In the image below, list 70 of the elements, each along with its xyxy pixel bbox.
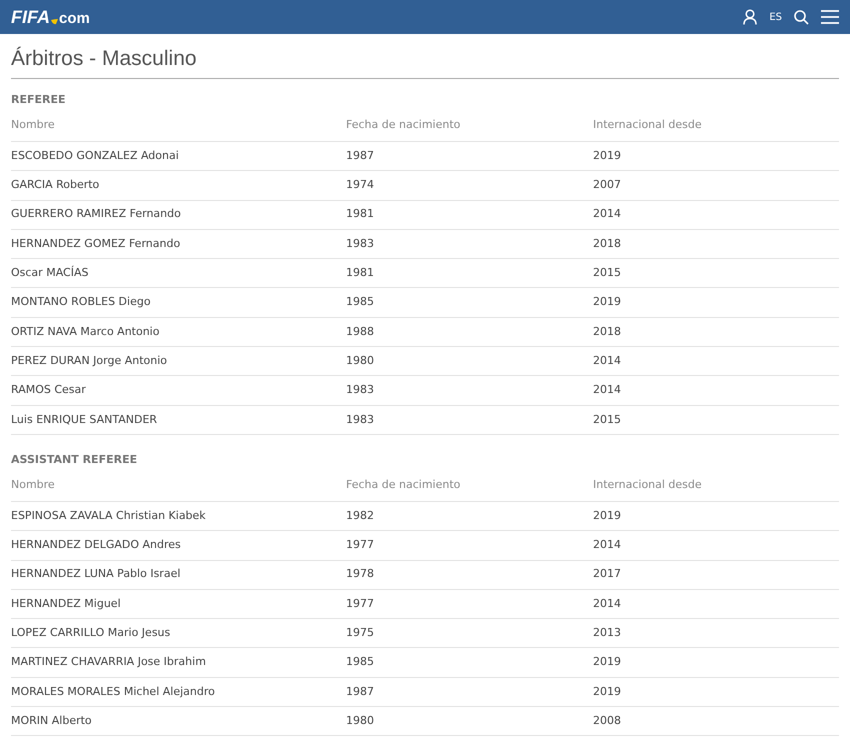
table-cell-text: 1978 xyxy=(346,566,375,582)
table-cell-text: 2014 xyxy=(593,537,621,554)
table-cell-text: MONTANO ROBLES Diego xyxy=(11,294,152,310)
table-cell-text: 1977 xyxy=(346,596,375,612)
table-cell-text: 1980 xyxy=(346,712,375,729)
user-icon[interactable] xyxy=(743,9,758,25)
table-cell-text: 1983 xyxy=(346,236,375,252)
table-cell-text: 1977 xyxy=(346,537,375,554)
section-heading: ASSISTANT REFEREE xyxy=(11,452,138,468)
column-header: Nombre xyxy=(11,117,56,134)
logo-text: FIFA xyxy=(11,8,50,26)
column-header: Internacional desde xyxy=(593,477,702,494)
table-cell-text: GUERRERO RAMIREZ Fernando xyxy=(11,206,182,222)
table-cell-text: 2015 xyxy=(593,265,621,282)
table-cell-text: 2018 xyxy=(593,236,621,252)
table-cell-text: 2019 xyxy=(593,654,621,670)
table-cell-text: RAMOS Cesar xyxy=(11,382,87,398)
table-cell-text: MARTINEZ CHAVARRIA Jose Ibrahim xyxy=(11,654,207,670)
search-icon[interactable] xyxy=(794,10,809,24)
table-cell-text: 1983 xyxy=(346,382,375,398)
table-cell-text: 1985 xyxy=(346,294,375,310)
table-cell-text: 1975 xyxy=(346,625,375,642)
table-cell-text: 1985 xyxy=(346,654,375,670)
table-cell-text: 2014 xyxy=(593,206,621,222)
table-cell-text: 1981 xyxy=(346,265,375,282)
column-header: Nombre xyxy=(11,477,56,494)
table-cell-text: 2007 xyxy=(593,177,621,194)
menu-icon[interactable] xyxy=(821,10,839,24)
table-cell-text: 2014 xyxy=(593,352,621,369)
table-cell-text: 2019 xyxy=(593,508,621,524)
language-button[interactable]: ES xyxy=(769,10,782,24)
table-cell-text: ESCOBEDO GONZALEZ Adonai xyxy=(11,148,180,164)
table-cell-text: GARCIA Roberto xyxy=(11,177,100,194)
table-cell-text: 1988 xyxy=(346,324,375,340)
table-cell-text: 1974 xyxy=(346,177,375,194)
table-cell-text: HERNANDEZ DELGADO Andres xyxy=(11,537,182,554)
table-cell-text: MORALES MORALES Michel Alejandro xyxy=(11,684,216,700)
table-cell-text: 2019 xyxy=(593,148,621,164)
table-cell-text: 1983 xyxy=(346,412,375,428)
section-heading: REFEREE xyxy=(11,92,67,108)
table-cell-text: 1982 xyxy=(346,508,375,524)
table-cell-text: 2013 xyxy=(593,625,621,642)
table-cell-text: 1981 xyxy=(346,206,375,222)
logo-suffix: com xyxy=(59,11,90,26)
table-cell-text: HERNANDEZ GOMEZ Fernando xyxy=(11,236,182,252)
table-cell-text: Oscar MACÍAS xyxy=(11,265,90,282)
table-cell-text: 2019 xyxy=(593,294,621,310)
column-header: Fecha de nacimiento xyxy=(346,117,462,134)
table-cell-text: ORTIZ NAVA Marco Antonio xyxy=(11,324,160,340)
table-cell-text: 2014 xyxy=(593,596,621,612)
logo-mark-icon xyxy=(51,19,58,25)
table-cell-text: 2015 xyxy=(593,412,621,428)
table-cell-text: PEREZ DURAN Jorge Antonio xyxy=(11,352,168,369)
table-cell-text: 2008 xyxy=(593,712,621,729)
table-cell-text: HERNANDEZ LUNA Pablo Israel xyxy=(11,566,182,582)
column-header: Fecha de nacimiento xyxy=(346,477,462,494)
table-cell-text: 1987 xyxy=(346,148,375,164)
column-header: Internacional desde xyxy=(593,117,702,134)
table-cell-text: MORIN Alberto xyxy=(11,712,93,729)
page-title: Árbitros - Masculino xyxy=(11,46,197,72)
table-cell-text: 2014 xyxy=(593,382,621,398)
table-cell-text: Luis ENRIQUE SANTANDER xyxy=(11,412,158,428)
table-cell-text: ESPINOSA ZAVALA Christian Kiabek xyxy=(11,508,207,524)
table-cell-text: LOPEZ CARRILLO Mario Jesus xyxy=(11,625,172,642)
table-cell-text: 1980 xyxy=(346,352,375,369)
table-cell-text: 2019 xyxy=(593,684,621,700)
table-cell-text: 2017 xyxy=(593,566,621,582)
table-cell-text: 2018 xyxy=(593,324,621,340)
table-cell-text: HERNANDEZ Miguel xyxy=(11,596,122,612)
table-cell-text: 1987 xyxy=(346,684,375,700)
